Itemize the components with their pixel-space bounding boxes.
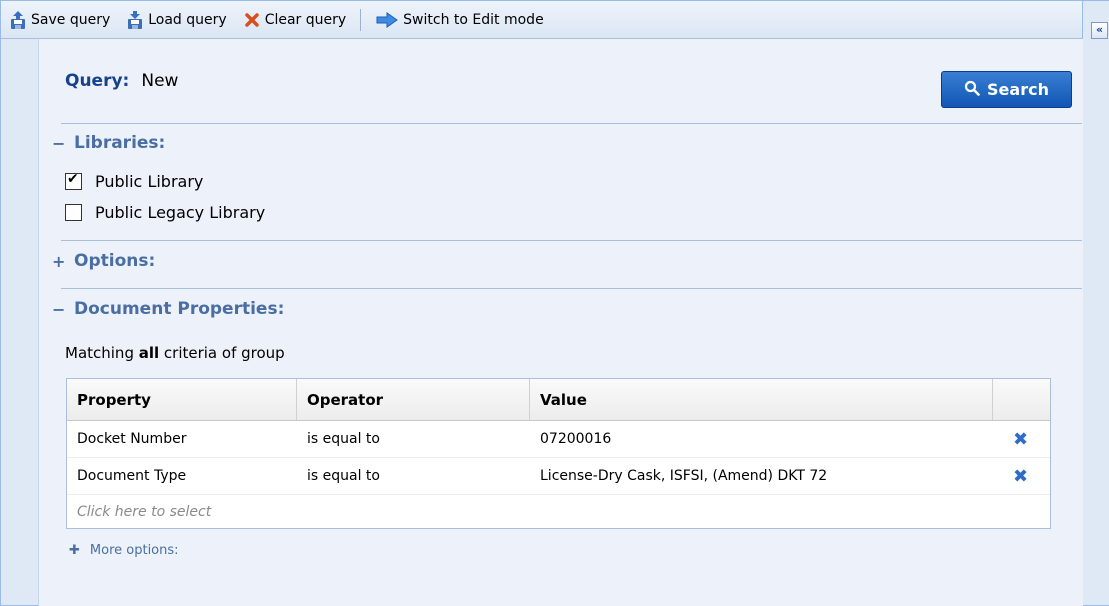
expand-toggle-icon[interactable]: +: [52, 252, 65, 271]
collapse-panel-icon[interactable]: «: [1091, 22, 1108, 39]
switch-edit-mode-button[interactable]: Switch to Edit mode: [367, 8, 552, 32]
divider: [61, 123, 1082, 124]
delete-icon[interactable]: ✖: [993, 421, 1048, 457]
plus-icon: ✚: [69, 543, 80, 558]
search-panel: Query: New Search − Libraries: Public Lib…: [38, 39, 1083, 606]
arrow-right-icon: [376, 11, 399, 29]
table-header: Property Operator Value: [67, 379, 1050, 421]
library-option-public[interactable]: Public Library: [65, 171, 204, 191]
matching-criteria-text: Matching all criteria of group: [65, 344, 285, 362]
save-icon: [10, 10, 26, 29]
column-header-operator[interactable]: Operator: [297, 379, 530, 420]
options-title: Options:: [74, 251, 156, 271]
collapse-toggle-icon[interactable]: −: [52, 300, 65, 319]
clear-query-label: Clear query: [264, 11, 347, 28]
property-cell[interactable]: Docket Number: [67, 421, 297, 457]
value-cell[interactable]: License-Dry Cask, ISFSI, (Amend) DKT 72: [530, 458, 993, 494]
load-icon: [127, 10, 143, 29]
magnifier-icon: [964, 80, 980, 100]
document-properties-section-header[interactable]: − Document Properties:: [52, 299, 284, 319]
value-cell[interactable]: 07200016: [530, 421, 993, 457]
matching-suffix: criteria of group: [159, 344, 285, 362]
matching-mode[interactable]: all: [139, 344, 159, 362]
column-header-value[interactable]: Value: [530, 379, 993, 420]
libraries-section-header[interactable]: − Libraries:: [52, 133, 165, 153]
query-label: Query:: [65, 71, 130, 91]
search-button[interactable]: Search: [941, 71, 1072, 108]
more-options-link[interactable]: ✚ More options:: [69, 543, 179, 558]
options-section-header[interactable]: + Options:: [52, 251, 155, 271]
query-name: New: [141, 71, 179, 91]
save-query-label: Save query: [31, 11, 111, 28]
clear-query-button[interactable]: Clear query: [235, 8, 354, 32]
column-header-property[interactable]: Property: [67, 379, 297, 420]
criteria-table: Property Operator Value Docket Number is…: [66, 378, 1051, 529]
collapsed-side-panel: «: [1082, 1, 1109, 605]
matching-prefix: Matching: [65, 344, 139, 362]
table-row[interactable]: Document Type is equal to License-Dry Ca…: [67, 458, 1050, 495]
collapse-toggle-icon[interactable]: −: [52, 134, 65, 153]
divider: [61, 288, 1082, 289]
table-row[interactable]: Docket Number is equal to 07200016 ✖: [67, 421, 1050, 458]
save-query-button[interactable]: Save query: [1, 8, 118, 32]
clear-icon: [244, 11, 260, 29]
more-options-label: More options:: [89, 543, 179, 558]
property-cell[interactable]: Document Type: [67, 458, 297, 494]
column-header-actions: [993, 379, 1048, 420]
divider: [61, 240, 1082, 241]
libraries-title: Libraries:: [74, 133, 166, 153]
library-label: Public Library: [95, 172, 204, 191]
library-option-public-legacy[interactable]: Public Legacy Library: [65, 203, 265, 222]
load-query-button[interactable]: Load query: [118, 8, 234, 32]
operator-cell[interactable]: is equal to: [297, 421, 530, 457]
search-button-label: Search: [987, 80, 1049, 99]
toolbar-separator: [360, 8, 362, 31]
operator-cell[interactable]: is equal to: [297, 458, 530, 494]
app-window: Save query Load query Clear query Switch…: [0, 0, 1109, 606]
checkbox-checked[interactable]: [65, 171, 82, 190]
query-row: Query: New: [65, 71, 178, 91]
delete-icon[interactable]: ✖: [993, 458, 1048, 494]
switch-edit-mode-label: Switch to Edit mode: [403, 11, 544, 28]
toolbar: Save query Load query Clear query Switch…: [1, 1, 1082, 39]
checkbox-unchecked[interactable]: [65, 204, 82, 221]
document-properties-title: Document Properties:: [74, 299, 285, 319]
library-label: Public Legacy Library: [95, 203, 266, 222]
load-query-label: Load query: [148, 11, 227, 28]
add-criterion-placeholder[interactable]: Click here to select: [67, 495, 1050, 528]
